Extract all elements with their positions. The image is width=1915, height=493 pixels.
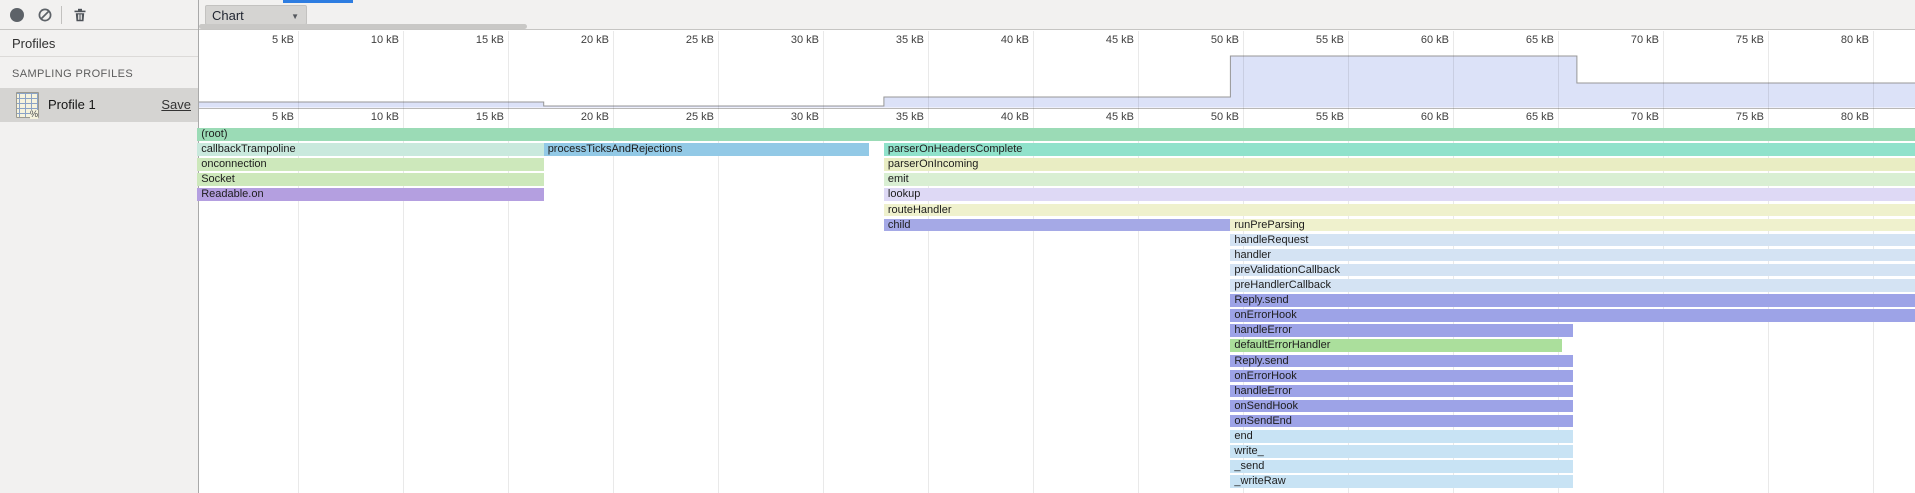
flame-frame[interactable]: parserOnHeadersComplete: [884, 143, 1915, 156]
flame-frame[interactable]: Reply.send: [1230, 294, 1915, 307]
gridline: [403, 31, 404, 493]
flame-frame[interactable]: onErrorHook: [1230, 370, 1572, 383]
flame-frame[interactable]: routeHandler: [884, 204, 1915, 217]
gridline: [1138, 31, 1139, 493]
ruler-tick-label: 25 kB: [654, 111, 714, 123]
clear-icon[interactable]: [38, 8, 52, 22]
profiles-sidebar: Profiles SAMPLING PROFILES % Profile 1 S…: [0, 30, 198, 493]
flame-frame[interactable]: Readable.on: [197, 188, 544, 201]
profiles-header: Profiles: [0, 30, 198, 57]
chart-view-select-value: Chart: [212, 8, 244, 23]
sampling-profiles-section-label: SAMPLING PROFILES: [12, 68, 133, 80]
ruler-tick-label: 25 kB: [654, 34, 714, 46]
flame-frame[interactable]: handleError: [1230, 324, 1572, 337]
ruler-tick-label: 70 kB: [1599, 34, 1659, 46]
gridline: [1033, 31, 1034, 493]
ruler-tick-label: 35 kB: [864, 34, 924, 46]
ruler-tick-label: 5 kB: [234, 34, 294, 46]
ruler-tick-label: 45 kB: [1074, 111, 1134, 123]
ruler-tick-label: 50 kB: [1179, 111, 1239, 123]
flame-frame[interactable]: _writeRaw: [1230, 475, 1572, 488]
active-tab-indicator: [283, 0, 353, 3]
gridline: [718, 31, 719, 493]
heap-profile-icon: %: [16, 92, 39, 118]
ruler-tick-label: 10 kB: [339, 34, 399, 46]
save-profile-link[interactable]: Save: [161, 97, 191, 112]
gridline: [508, 31, 509, 493]
ruler-tick-label: 55 kB: [1284, 111, 1344, 123]
ruler-tick-label: 75 kB: [1704, 111, 1764, 123]
flame-frame[interactable]: Socket: [197, 173, 544, 186]
chevron-down-icon: ▼: [291, 12, 299, 21]
ruler-tick-label: 60 kB: [1389, 34, 1449, 46]
gridline: [613, 31, 614, 493]
ruler-tick-label: 80 kB: [1809, 111, 1869, 123]
ruler-tick-label: 30 kB: [759, 111, 819, 123]
ruler-tick-label: 55 kB: [1284, 34, 1344, 46]
ruler-tick-label: 10 kB: [339, 111, 399, 123]
ruler-tick-label: 70 kB: [1599, 111, 1659, 123]
flame-frame[interactable]: parserOnIncoming: [884, 158, 1915, 171]
ruler-tick-label: 15 kB: [444, 34, 504, 46]
flame-frame[interactable]: handleError: [1230, 385, 1572, 398]
flame-frame[interactable]: lookup: [884, 188, 1915, 201]
flame-frame[interactable]: (root): [197, 128, 1915, 141]
record-icon[interactable]: [10, 8, 24, 22]
ruler-tick-label: 15 kB: [444, 111, 504, 123]
overview-bottom-border: [199, 108, 1915, 109]
ruler-tick-label: 50 kB: [1179, 34, 1239, 46]
gridline: [1768, 31, 1769, 493]
flame-frame[interactable]: write_: [1230, 445, 1572, 458]
ruler-tick-label: 80 kB: [1809, 34, 1869, 46]
flame-frame[interactable]: preHandlerCallback: [1230, 279, 1915, 292]
flame-frame[interactable]: onErrorHook: [1230, 309, 1915, 322]
flame-frame[interactable]: runPreParsing: [1230, 219, 1915, 232]
flame-frame[interactable]: emit: [884, 173, 1915, 186]
ruler-tick-label: 60 kB: [1389, 111, 1449, 123]
horizontal-scrollbar-thumb[interactable]: [199, 24, 527, 29]
ruler-tick-label: 30 kB: [759, 34, 819, 46]
toolbar-separator: [61, 6, 62, 24]
gridline: [298, 31, 299, 493]
flame-frame[interactable]: preValidationCallback: [1230, 264, 1915, 277]
flame-frame[interactable]: callbackTrampoline: [197, 143, 544, 156]
ruler-tick-label: 75 kB: [1704, 34, 1764, 46]
trash-icon[interactable]: [73, 8, 87, 22]
ruler-tick-label: 5 kB: [234, 111, 294, 123]
profiler-toolbar: Chart ▼: [0, 0, 1915, 30]
flame-frame[interactable]: _send: [1230, 460, 1572, 473]
flame-chart-pane: 5 kB 10 kB 15 kB 20 kB 25 kB 30 kB 35 kB 40 kB 4…: [199, 30, 1915, 493]
sidebar-item-profile-1[interactable]: % Profile 1 Save: [0, 88, 198, 122]
flame-frame[interactable]: onconnection: [197, 158, 544, 171]
flame-frame[interactable]: processTicksAndRejections: [544, 143, 870, 156]
gridline: [1663, 31, 1664, 493]
ruler-tick-label: 40 kB: [969, 111, 1029, 123]
flame-frame[interactable]: onSendEnd: [1230, 415, 1572, 428]
gridline: [1873, 31, 1874, 493]
ruler-tick-label: 40 kB: [969, 34, 1029, 46]
gridline: [928, 31, 929, 493]
flame-frame[interactable]: end: [1230, 430, 1572, 443]
ruler-tick-label: 65 kB: [1494, 111, 1554, 123]
heap-profiler-panel: Chart ▼ Profiles SAMPLING PROFILES % Pro…: [0, 0, 1915, 493]
ruler-tick-label: 65 kB: [1494, 34, 1554, 46]
ruler-tick-label: 45 kB: [1074, 34, 1134, 46]
profile-name: Profile 1: [48, 97, 96, 112]
flame-frame[interactable]: Reply.send: [1230, 355, 1572, 368]
flame-frame[interactable]: defaultErrorHandler: [1230, 339, 1562, 352]
flame-frame[interactable]: child: [884, 219, 1231, 232]
flame-frame[interactable]: onSendHook: [1230, 400, 1572, 413]
chart-view-select[interactable]: Chart ▼: [205, 5, 307, 25]
ruler-tick-label: 20 kB: [549, 111, 609, 123]
ruler-tick-label: 35 kB: [864, 111, 924, 123]
ruler-tick-label: 20 kB: [549, 34, 609, 46]
flame-frame[interactable]: handler: [1230, 249, 1915, 262]
flame-frame[interactable]: handleRequest: [1230, 234, 1915, 247]
gridline: [823, 31, 824, 493]
